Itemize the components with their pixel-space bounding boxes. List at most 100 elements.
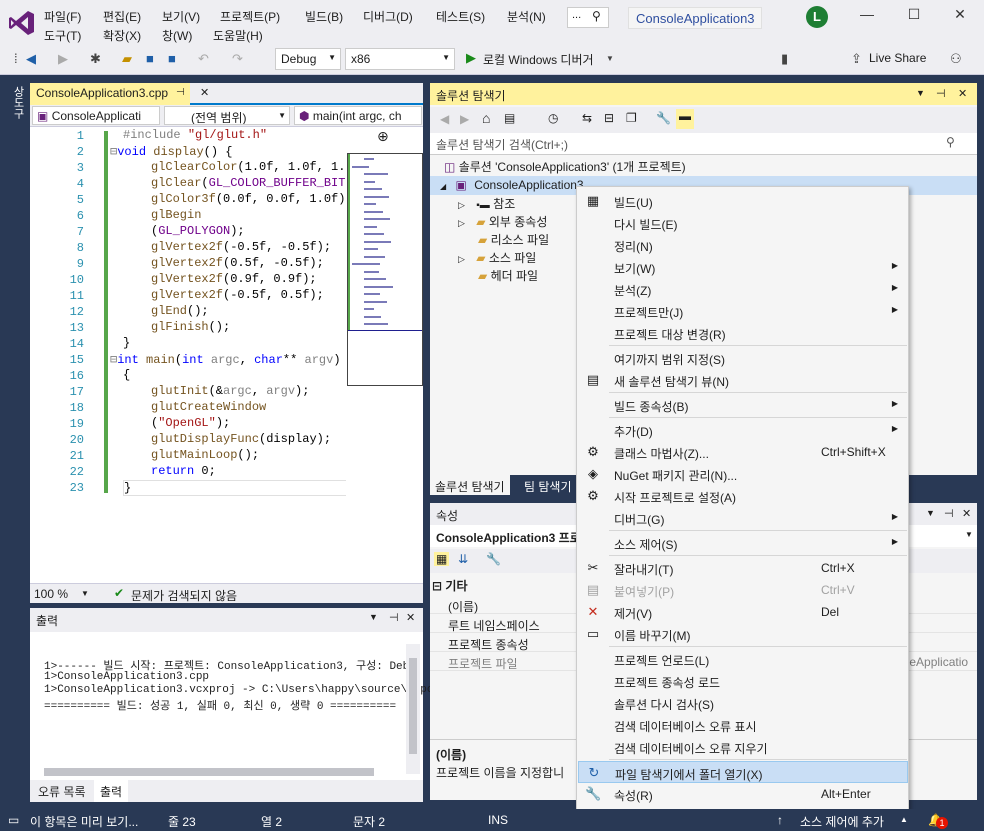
save-all-icon[interactable]: ■	[168, 51, 176, 66]
platform-select[interactable]: x86 ▼	[345, 48, 455, 70]
menu-tools[interactable]: 도구(T)	[44, 27, 81, 44]
output-horizontal-scrollbar[interactable]	[44, 768, 374, 776]
context-menu-item[interactable]: 보기(W) ▶	[578, 256, 908, 278]
status-ins[interactable]: INS	[488, 813, 508, 827]
status-column[interactable]: 열 2	[261, 813, 282, 830]
chevron-down-icon[interactable]: ▼	[916, 88, 925, 98]
context-menu-item[interactable]: 프로젝트만(J) ▶	[578, 300, 908, 322]
code-lines[interactable]: #include "gl/glut.h" ⊟void display() { g…	[30, 127, 346, 497]
context-menu-item[interactable]: 디버그(G) ▶	[578, 507, 908, 529]
save-icon[interactable]: ■	[146, 51, 154, 66]
function-select[interactable]: ⬢ main(int argc, ch	[294, 106, 422, 125]
global-scope-select[interactable]: (전역 범위) ▼	[164, 106, 290, 125]
bookmark-icon[interactable]: ▮	[781, 51, 788, 67]
context-menu-item[interactable]: 추가(D) ▶	[578, 419, 908, 441]
split-icon[interactable]: ⊕	[377, 128, 389, 145]
run-debugger-button[interactable]: 로컬 Windows 디버거	[483, 51, 594, 68]
tab-consoleapplication3-cpp[interactable]: ConsoleApplication3.cpp ⊣ ✕	[30, 83, 209, 105]
sort-az-icon[interactable]: ⇊	[458, 552, 468, 566]
context-menu-item[interactable]: ↻ 파일 탐색기에서 폴더 열기(X)	[578, 761, 908, 783]
context-menu-item[interactable]: ⚙ 시작 프로젝트로 설정(A)	[578, 485, 908, 507]
search-box[interactable]: ... ⚲	[567, 7, 609, 28]
context-menu-item[interactable]: 검색 데이터베이스 오류 지우기	[578, 736, 908, 758]
menu-window[interactable]: 창(W)	[162, 27, 192, 44]
pin-icon[interactable]: ⊣	[936, 87, 946, 100]
menu-file[interactable]: 파일(F)	[44, 8, 81, 25]
context-menu-item[interactable]: 🔧 속성(R) Alt+Enter	[578, 783, 908, 805]
project-scope-select[interactable]: ▣ ConsoleApplicati	[32, 106, 160, 125]
context-menu-item[interactable]: 솔루션 다시 검사(S)	[578, 692, 908, 714]
switch-views-icon[interactable]: ▤	[504, 111, 515, 125]
menu-help[interactable]: 도움말(H)	[213, 27, 263, 44]
context-menu-item[interactable]: ✂ 잘라내기(T) Ctrl+X	[578, 557, 908, 579]
chevron-down-icon[interactable]: ▼	[926, 508, 935, 518]
source-control-button[interactable]: 소스 제어에 추가	[800, 813, 884, 830]
category-header[interactable]: ⊟ 기타	[432, 577, 468, 594]
context-menu-item[interactable]: ▤ 새 솔루션 탐색기 뷰(N)	[578, 369, 908, 391]
categorized-icon[interactable]: ▦	[434, 552, 450, 566]
close-icon[interactable]: ✕	[945, 6, 975, 28]
forward-icon[interactable]: ▶	[460, 112, 469, 126]
pending-changes-icon[interactable]: ◷	[548, 111, 558, 125]
chevron-down-icon[interactable]: ▼	[606, 54, 614, 63]
minimap-viewport[interactable]	[348, 330, 422, 331]
back-icon[interactable]: ◀	[26, 51, 36, 67]
preview-icon[interactable]: ▬	[676, 109, 694, 129]
context-menu-item[interactable]: ◈ NuGet 패키지 관리(N)...	[578, 463, 908, 485]
tree-node-external-deps[interactable]: ▷ ▰ 외부 종속성	[458, 213, 547, 230]
close-icon[interactable]: ✕	[406, 611, 415, 624]
forward-icon[interactable]: ▶	[58, 51, 68, 67]
context-menu-item[interactable]: 분석(Z) ▶	[578, 278, 908, 300]
context-menu-item[interactable]: 여기까지 범위 지정(S)	[578, 347, 908, 369]
tree-node-headers[interactable]: ▰ 헤더 파일	[458, 267, 538, 284]
collapse-all-icon[interactable]: ⊟	[604, 111, 614, 125]
live-share-button[interactable]: Live Share	[869, 51, 926, 65]
context-menu-item[interactable]: 프로젝트 대상 변경(R)	[578, 322, 908, 344]
tab-error-list[interactable]: 오류 목록	[38, 783, 86, 800]
zoom-level[interactable]: 100 %	[34, 587, 68, 601]
menu-analyze[interactable]: 분석(N)	[507, 8, 546, 25]
maximize-icon[interactable]: ☐	[899, 6, 929, 28]
menu-test[interactable]: 테스트(S)	[436, 8, 485, 25]
close-icon[interactable]: ✕	[200, 86, 209, 99]
play-icon[interactable]: ▶	[466, 50, 476, 66]
tree-node-resources[interactable]: ▰ 리소스 파일	[458, 231, 549, 248]
tree-node-sources[interactable]: ▷ ▰ 소스 파일	[458, 249, 536, 266]
tab-solution-explorer[interactable]: 솔루션 탐색기	[430, 475, 510, 495]
open-icon[interactable]: ▰	[122, 51, 132, 67]
menu-project[interactable]: 프로젝트(P)	[220, 8, 280, 25]
scrollbar-minimap[interactable]	[347, 153, 423, 386]
pin-icon[interactable]: ⊣	[176, 87, 185, 98]
close-icon[interactable]: ✕	[958, 87, 967, 100]
solution-explorer-search[interactable]: 솔루션 탐색기 검색(Ctrl+;) ⚲	[430, 133, 977, 155]
share-icon[interactable]: ⇪	[851, 51, 862, 67]
context-menu-item[interactable]: 정리(N)	[578, 234, 908, 256]
undo-icon[interactable]: ↶	[198, 51, 209, 67]
context-menu-item[interactable]: 소스 제어(S) ▶	[578, 532, 908, 554]
menu-view[interactable]: 보기(V)	[162, 8, 200, 25]
back-icon[interactable]: ◀	[440, 112, 449, 126]
menu-debug[interactable]: 디버그(D)	[363, 8, 413, 25]
menu-edit[interactable]: 편집(E)	[103, 8, 141, 25]
status-char[interactable]: 문자 2	[353, 813, 385, 830]
menu-extensions[interactable]: 확장(X)	[103, 27, 141, 44]
close-icon[interactable]: ✕	[962, 507, 971, 520]
context-menu-item[interactable]: ▤ 붙여넣기(P) Ctrl+V	[578, 579, 908, 601]
home-icon[interactable]: ⌂	[482, 110, 490, 126]
sync-icon[interactable]: ⇆	[582, 111, 592, 125]
toolbox-side-tab[interactable]: 상도구	[8, 86, 26, 136]
menu-build[interactable]: 빌드(B)	[305, 8, 343, 25]
context-menu-item[interactable]: ✕ 제거(V) Del	[578, 601, 908, 623]
context-menu-item[interactable]: 프로젝트 종속성 로드	[578, 670, 908, 692]
feedback-icon[interactable]: ⚇	[950, 51, 962, 67]
tab-output[interactable]: 출력	[94, 780, 129, 802]
wrench-icon[interactable]: 🔧	[486, 552, 501, 566]
context-menu-item[interactable]: 다시 빌드(E)	[578, 212, 908, 234]
pin-icon[interactable]: ⊣	[944, 507, 954, 520]
configuration-select[interactable]: Debug ▼	[275, 48, 341, 70]
context-menu-item[interactable]: 빌드 종속성(B) ▶	[578, 394, 908, 416]
context-menu-item[interactable]: 프로젝트 언로드(L)	[578, 648, 908, 670]
context-menu-item[interactable]: ⚙ 클래스 마법사(Z)... Ctrl+Shift+X	[578, 441, 908, 463]
output-scrollbar[interactable]	[406, 644, 420, 774]
avatar[interactable]: L	[806, 6, 828, 28]
